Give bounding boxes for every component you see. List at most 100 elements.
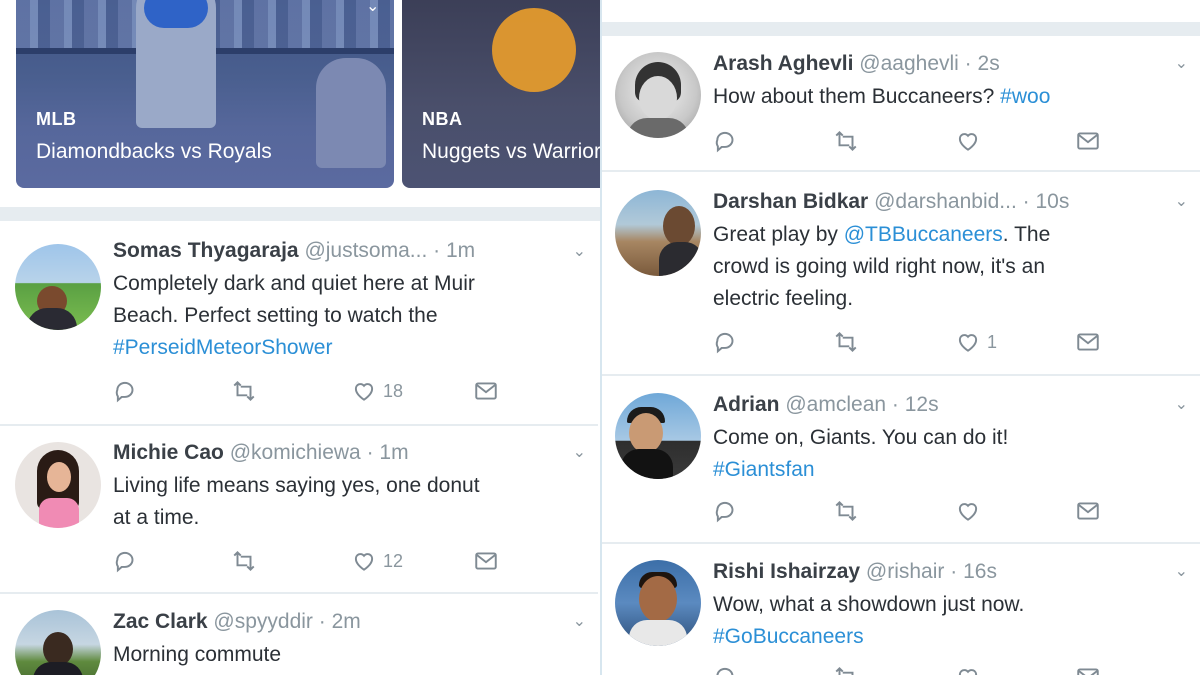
timestamp[interactable]: 2m bbox=[332, 610, 361, 633]
avatar[interactable] bbox=[615, 560, 701, 646]
card-matchup-title: Nuggets vs Warriors bbox=[422, 140, 600, 163]
author-handle[interactable]: @rishair bbox=[866, 560, 945, 583]
direct-message-icon bbox=[1077, 668, 1099, 675]
direct-message-button[interactable] bbox=[473, 548, 499, 574]
author-name[interactable]: Adrian bbox=[713, 393, 780, 416]
like-button[interactable]: 1 bbox=[955, 329, 997, 355]
tweet-actions bbox=[713, 128, 1103, 158]
retweet-button[interactable] bbox=[833, 498, 859, 524]
chevron-down-icon[interactable]: ⌄ bbox=[1175, 191, 1188, 211]
reply-button[interactable] bbox=[713, 664, 739, 675]
chevron-down-icon[interactable]: ⌄ bbox=[1175, 394, 1188, 414]
reply-icon bbox=[716, 667, 734, 675]
chevron-down-icon[interactable]: ⌄ bbox=[573, 442, 586, 462]
timestamp[interactable]: 1m bbox=[446, 239, 475, 262]
author-handle[interactable]: @darshanbid... bbox=[874, 190, 1017, 213]
direct-message-icon bbox=[475, 382, 497, 400]
tweet[interactable]: Zac Clark @spyyddir · 2m Morning commute… bbox=[0, 594, 598, 675]
tweet-text: How about them Buccaneers? #woo bbox=[713, 81, 1190, 113]
tweet-actions bbox=[713, 664, 1103, 675]
basketball-graphic bbox=[492, 8, 576, 92]
tweet[interactable]: Somas Thyagaraja @justsoma... · 1m Compl… bbox=[0, 221, 598, 426]
reply-icon bbox=[715, 332, 734, 354]
tweet-actions: 18 bbox=[113, 378, 503, 408]
author-handle[interactable]: @amclean bbox=[785, 393, 886, 416]
reply-button[interactable] bbox=[713, 498, 739, 524]
author-name[interactable]: Darshan Bidkar bbox=[713, 190, 868, 213]
chevron-down-icon[interactable]: ⌄ bbox=[1175, 53, 1188, 73]
hashtag-link[interactable]: #GoBuccaneers bbox=[713, 625, 864, 648]
author-name[interactable]: Rishi Ishairzay bbox=[713, 560, 860, 583]
retweet-icon bbox=[233, 550, 255, 572]
reply-icon bbox=[115, 381, 134, 403]
tweet-text-content: Come on, Giants. You can do it! bbox=[713, 426, 1009, 449]
tweet[interactable]: Arash Aghevli @aaghevli · 2s How about t… bbox=[602, 36, 1200, 172]
avatar[interactable] bbox=[15, 442, 101, 528]
direct-message-button[interactable] bbox=[1075, 664, 1101, 675]
card-matchup-title: Diamondbacks vs Royals bbox=[36, 140, 272, 163]
separator: · bbox=[950, 560, 958, 583]
reply-button[interactable] bbox=[713, 329, 739, 355]
timestamp[interactable]: 12s bbox=[905, 393, 939, 416]
hashtag-link[interactable]: #PerseidMeteorShower bbox=[113, 336, 332, 359]
chevron-down-icon[interactable]: ⌄ bbox=[573, 241, 586, 261]
retweet-button[interactable] bbox=[231, 548, 257, 574]
direct-message-button[interactable] bbox=[1075, 128, 1101, 154]
author-name[interactable]: Somas Thyagaraja bbox=[113, 239, 299, 262]
avatar[interactable] bbox=[615, 393, 701, 479]
section-divider bbox=[0, 207, 600, 221]
avatar[interactable] bbox=[15, 244, 101, 330]
retweet-button[interactable] bbox=[231, 378, 257, 404]
like-button[interactable] bbox=[955, 498, 981, 524]
chevron-down-icon[interactable]: ⌄ bbox=[1175, 561, 1188, 581]
tweet[interactable]: Adrian @amclean · 12s Come on, Giants. Y… bbox=[602, 376, 1200, 544]
timestamp[interactable]: 2s bbox=[978, 52, 1000, 75]
tweet[interactable]: Rishi Ishairzay @rishair · 16s Wow, what… bbox=[602, 544, 1200, 675]
chevron-down-icon[interactable]: ⌄ bbox=[573, 611, 586, 631]
mention-link[interactable]: @TBBuccaneers bbox=[844, 223, 1003, 246]
sports-card-nba[interactable]: NBA Nuggets vs Warriors bbox=[402, 0, 600, 188]
author-handle[interactable]: @justsoma... bbox=[304, 239, 427, 262]
author-name[interactable]: Zac Clark bbox=[113, 610, 208, 633]
direct-message-button[interactable] bbox=[473, 378, 499, 404]
direct-message-button[interactable] bbox=[1075, 498, 1101, 524]
like-button[interactable] bbox=[955, 664, 981, 675]
hashtag-link[interactable]: #Giantsfan bbox=[713, 458, 815, 481]
section-divider bbox=[602, 0, 1200, 36]
tweet-text: Great play by @TBBuccaneers. The crowd i… bbox=[713, 219, 1190, 315]
retweet-button[interactable] bbox=[833, 664, 859, 675]
author-name[interactable]: Michie Cao bbox=[113, 441, 224, 464]
reply-button[interactable] bbox=[713, 128, 739, 154]
tweet-content: Rishi Ishairzay @rishair · 16s Wow, what… bbox=[713, 558, 1190, 653]
avatar[interactable] bbox=[615, 190, 701, 276]
like-count: 18 bbox=[383, 380, 404, 401]
like-button[interactable]: 12 bbox=[351, 548, 403, 574]
like-button[interactable] bbox=[955, 128, 981, 154]
like-icon bbox=[958, 334, 978, 352]
retweet-icon bbox=[835, 331, 857, 353]
like-icon bbox=[958, 133, 978, 151]
direct-message-button[interactable] bbox=[1075, 329, 1101, 355]
author-name[interactable]: Arash Aghevli bbox=[713, 52, 853, 75]
tweet-text: Living life means saying yes, one donut … bbox=[113, 474, 480, 529]
reply-button[interactable] bbox=[113, 378, 139, 404]
timestamp[interactable]: 1m bbox=[379, 441, 408, 464]
timestamp[interactable]: 10s bbox=[1036, 190, 1070, 213]
right-timeline-pane: Arash Aghevli @aaghevli · 2s How about t… bbox=[600, 0, 1200, 675]
hashtag-link[interactable]: #woo bbox=[1000, 85, 1050, 108]
like-button[interactable]: 18 bbox=[351, 378, 403, 404]
tweet[interactable]: Michie Cao @komichiewa · 1m Living life … bbox=[0, 426, 598, 594]
retweet-button[interactable] bbox=[833, 329, 859, 355]
author-handle[interactable]: @aaghevli bbox=[859, 52, 959, 75]
avatar[interactable] bbox=[15, 610, 101, 675]
tweet[interactable]: Darshan Bidkar @darshanbid... · 10s Grea… bbox=[602, 172, 1200, 376]
sports-card-mlb[interactable]: ⌄ MLB Diamondbacks vs Royals bbox=[16, 0, 394, 188]
chevron-down-icon[interactable]: ⌄ bbox=[366, 0, 379, 16]
author-handle[interactable]: @spyyddir bbox=[213, 610, 313, 633]
reply-button[interactable] bbox=[113, 548, 139, 574]
timestamp[interactable]: 16s bbox=[963, 560, 997, 583]
author-handle[interactable]: @komichiewa bbox=[230, 441, 361, 464]
retweet-button[interactable] bbox=[833, 128, 859, 154]
tweet-text-content: Wow, what a showdown just now. bbox=[713, 593, 1025, 616]
avatar[interactable] bbox=[615, 52, 701, 138]
